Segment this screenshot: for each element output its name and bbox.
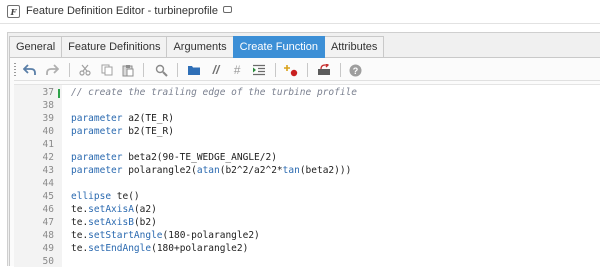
code-line[interactable]: 39 parameter a2(TE_R) — [14, 112, 600, 125]
snippet-icon[interactable] — [316, 62, 332, 78]
code-text[interactable]: te.setAxisB(b2) — [71, 216, 157, 229]
code-token: parameter — [71, 126, 123, 137]
code-token: polarangle2( — [122, 165, 197, 176]
code-line[interactable]: 45 ellipse te() — [14, 190, 600, 203]
window-title-text: Feature Definition Editor - turbineprofi… — [26, 5, 218, 17]
tab-feature-definitions[interactable]: Feature Definitions — [61, 36, 168, 57]
code-line[interactable]: 40 parameter b2(TE_R) — [14, 125, 600, 138]
folder-icon[interactable] — [186, 62, 202, 78]
code-text[interactable]: parameter beta2(90-TE_WEDGE_ANGLE/2) — [71, 151, 277, 164]
line-number: 42 — [42, 152, 54, 163]
paste-icon[interactable] — [120, 62, 136, 78]
toolbar-separator — [307, 63, 308, 77]
tab-strip: General Feature Definitions Arguments Cr… — [9, 36, 385, 58]
tab-general[interactable]: General — [9, 36, 63, 57]
code-token: b2(TE_R) — [122, 126, 174, 137]
code-token: te. — [71, 243, 89, 254]
line-number: 47 — [42, 217, 54, 228]
code-line[interactable]: 41 — [14, 138, 600, 151]
toolbar-separator — [69, 63, 70, 77]
tab-attributes[interactable]: Attributes — [323, 36, 385, 57]
code-token: parameter — [71, 165, 123, 176]
toolbar-separator — [177, 63, 178, 77]
tab-create-function[interactable]: Create Function — [232, 36, 325, 58]
indent-icon[interactable] — [251, 62, 267, 78]
editor-toolbar: // # ? — [14, 60, 600, 81]
hash-icon[interactable]: # — [229, 62, 245, 78]
code-text[interactable]: te.setAxisA(a2) — [71, 203, 157, 216]
line-number: 49 — [42, 243, 54, 254]
code-token: (beta2))) — [299, 165, 352, 176]
code-text[interactable]: parameter a2(TE_R) — [71, 112, 174, 125]
code-text[interactable]: // create the trailing edge of the turbi… — [71, 86, 357, 99]
code-token: te. — [71, 217, 89, 228]
line-number: 44 — [42, 178, 54, 189]
code-token: (b2^2/a2^2* — [219, 165, 283, 176]
undo-icon[interactable] — [22, 62, 38, 78]
line-number: 39 — [42, 113, 54, 124]
code-token: beta2(90-TE_WEDGE_ANGLE/2) — [122, 152, 277, 163]
cut-icon[interactable] — [77, 62, 93, 78]
line-number: 40 — [42, 126, 54, 137]
code-line[interactable]: 50 — [14, 255, 600, 268]
line-number: 46 — [42, 204, 54, 215]
code-token: atan — [196, 165, 220, 176]
code-line[interactable]: 47 te.setAxisB(b2) — [14, 216, 600, 229]
line-number: 41 — [42, 139, 54, 150]
copy-icon[interactable] — [99, 62, 115, 78]
tab-arguments[interactable]: Arguments — [166, 36, 234, 57]
code-token: a2(TE_R) — [122, 113, 174, 124]
code-token: te() — [111, 191, 140, 202]
code-line[interactable]: 37 // create the trailing edge of the tur… — [14, 86, 600, 99]
code-text[interactable]: ellipse te() — [71, 190, 140, 203]
title-bar: F Feature Definition Editor - turbinepro… — [0, 0, 600, 24]
code-line[interactable]: 49 te.setEndAngle(180+polarangle2) — [14, 242, 600, 255]
help-icon[interactable]: ? — [347, 62, 363, 78]
line-number: 37 — [42, 87, 54, 98]
redo-icon[interactable] — [44, 62, 60, 78]
code-line[interactable]: 42 parameter beta2(90-TE_WEDGE_ANGLE/2) — [14, 151, 600, 164]
line-number: 45 — [42, 191, 54, 202]
code-token: te. — [71, 230, 89, 241]
code-token: (a2) — [133, 204, 157, 215]
line-number: 38 — [42, 100, 54, 111]
code-text[interactable]: te.setEndAngle(180+polarangle2) — [71, 242, 248, 255]
insert-breakpoint-icon[interactable] — [283, 62, 299, 78]
code-token: parameter — [71, 113, 123, 124]
code-token: te. — [71, 204, 89, 215]
help-icon-glyph: ? — [352, 66, 358, 76]
line-number: 48 — [42, 230, 54, 241]
code-line[interactable]: 48 te.setStartAngle(180-polarangle2) — [14, 229, 600, 242]
find-icon[interactable] — [153, 62, 169, 78]
code-token: (180-polarangle2) — [162, 230, 260, 241]
restore-icon[interactable] — [222, 6, 232, 13]
code-line[interactable]: 38 — [14, 99, 600, 112]
line-number: 50 — [42, 256, 54, 267]
line-number: 43 — [42, 165, 54, 176]
code-line[interactable]: 43 parameter polarangle2(atan(b2^2/a2^2*t… — [14, 164, 600, 177]
code-line[interactable]: 44 — [14, 177, 600, 190]
code-token: tan — [282, 165, 300, 176]
code-token: (180+polarangle2) — [151, 243, 249, 254]
code-line[interactable]: 46 te.setAxisA(a2) — [14, 203, 600, 216]
window-title: Feature Definition Editor - turbineprofi… — [26, 5, 232, 17]
code-token: setAxisA — [88, 204, 134, 215]
code-token: setAxisB — [88, 217, 134, 228]
code-text[interactable]: te.setStartAngle(180-polarangle2) — [71, 229, 260, 242]
code-token: // create the trailing edge of the turbi… — [71, 87, 357, 98]
toolbar-separator — [340, 63, 341, 77]
code-token: parameter — [71, 152, 123, 163]
app-icon: F — [7, 5, 20, 18]
code-editor[interactable]: 37 // create the trailing edge of the tur… — [14, 84, 600, 267]
code-token: ellipse — [71, 191, 112, 202]
code-token: (b2) — [133, 217, 157, 228]
toolbar-grip[interactable] — [14, 63, 16, 77]
toolbar-separator — [143, 63, 144, 77]
code-text[interactable]: parameter b2(TE_R) — [71, 125, 174, 138]
code-token: setEndAngle — [88, 243, 152, 254]
toolbar-separator — [275, 63, 276, 77]
code-token: setStartAngle — [88, 230, 163, 241]
code-text[interactable]: parameter polarangle2(atan(b2^2/a2^2*tan… — [71, 164, 351, 177]
comment-icon[interactable]: // — [208, 62, 224, 78]
